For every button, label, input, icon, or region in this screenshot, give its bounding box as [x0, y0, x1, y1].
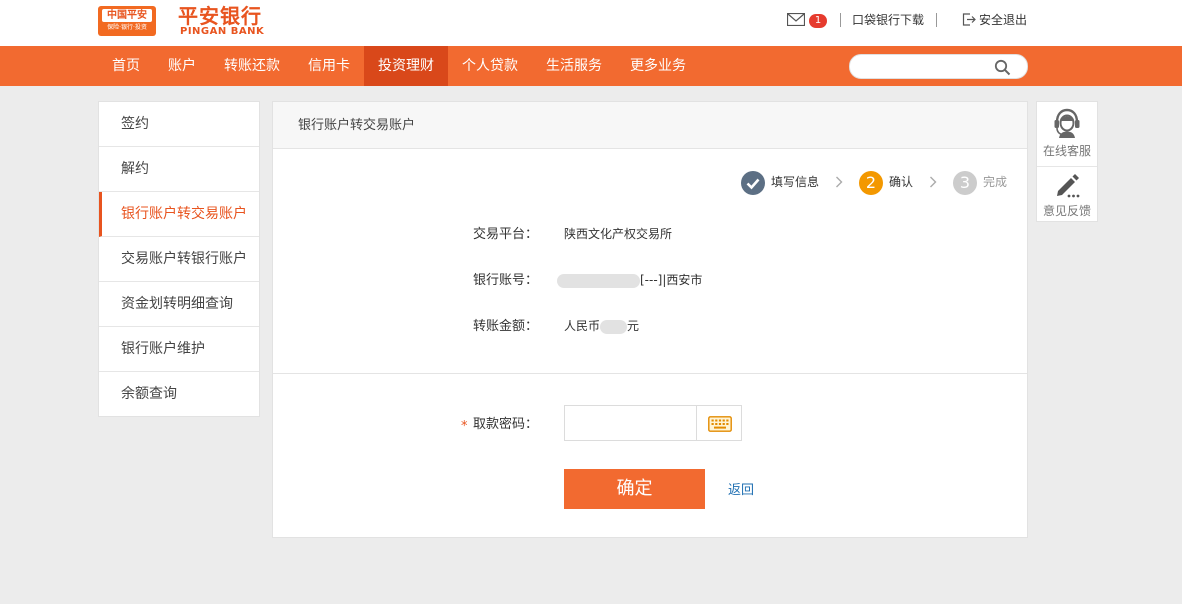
amount-value: 人民币 元	[564, 317, 639, 335]
confirm-button[interactable]: 确定	[564, 469, 705, 509]
section-divider	[273, 373, 1027, 374]
amount-currency: 人民币	[564, 319, 601, 333]
search-input[interactable]	[860, 58, 990, 76]
nav-item-account[interactable]: 账户	[154, 46, 210, 86]
logo-tagline: 保险·银行·投资	[107, 24, 147, 31]
nav-item-investment[interactable]: 投资理财	[364, 46, 448, 86]
nav-item-credit-card[interactable]: 信用卡	[294, 46, 364, 86]
pingan-group-logo[interactable]: 中国平安 保险·银行·投资	[98, 6, 156, 36]
logo-text: 中国平安	[102, 9, 152, 22]
header-divider	[840, 13, 841, 27]
nav-item-personal-loan[interactable]: 个人贷款	[448, 46, 532, 86]
top-header: 中国平安 保险·银行·投资 平安银行 PINGAN BANK 1 口袋银行下载 …	[0, 0, 1182, 46]
floating-toolbar: 在线客服 意见反馈	[1036, 101, 1098, 222]
amount-unit: 元	[627, 319, 640, 333]
amount-label: 转账金额：	[473, 319, 539, 334]
sidebar-item-bank-to-trade[interactable]: 银行账户转交易账户	[99, 192, 259, 237]
account-value: [---]|西安市	[557, 271, 702, 289]
step-done-icon	[741, 171, 765, 195]
step-current-number: 2	[859, 171, 883, 195]
step-label-confirm: 确认	[889, 175, 914, 189]
masked-amount	[600, 319, 628, 334]
step-pending-number: 3	[953, 171, 977, 195]
app-download-link[interactable]: 口袋银行下载	[852, 12, 924, 28]
sidebar-item-trade-to-bank[interactable]: 交易账户转银行账户	[99, 237, 259, 282]
sidebar-menu: 签约 解约 银行账户转交易账户 交易账户转银行账户 资金划转明细查询 银行账户维…	[98, 101, 260, 417]
logout-link[interactable]: 安全退出	[979, 12, 1027, 28]
feedback-label: 意见反馈	[1042, 204, 1091, 218]
sidebar-item-sign[interactable]: 签约	[99, 102, 259, 147]
panel-title: 银行账户转交易账户	[273, 102, 1027, 149]
feedback-button[interactable]: 意见反馈	[1037, 167, 1097, 227]
step-label-fill: 填写信息	[771, 175, 820, 189]
sidebar-item-account-maintain[interactable]: 银行账户维护	[99, 327, 259, 372]
main-nav: 首页 账户 转账还款 信用卡 投资理财 个人贷款 生活服务 更多业务	[0, 46, 1182, 86]
nav-item-more[interactable]: 更多业务	[616, 46, 700, 86]
account-label: 银行账号：	[473, 273, 539, 288]
step-label-done: 完成	[983, 175, 1008, 189]
online-service-button[interactable]: 在线客服	[1037, 102, 1097, 162]
password-label: 取款密码：	[473, 417, 539, 432]
transfer-panel: 银行账户转交易账户 填写信息 2 确认 3 完成 交易平台： 陕西文化产权交易所…	[272, 101, 1028, 538]
chevron-right-icon	[836, 176, 843, 188]
virtual-keyboard-button[interactable]	[696, 405, 742, 441]
sidebar-item-unsign[interactable]: 解约	[99, 147, 259, 192]
masked-account-number	[557, 273, 640, 288]
password-input[interactable]	[564, 405, 697, 441]
brand-name[interactable]: 平安银行	[178, 5, 262, 27]
logout-icon[interactable]	[962, 13, 976, 26]
account-branch: [---]|西安市	[640, 273, 703, 287]
sidebar-item-transfer-detail[interactable]: 资金划转明细查询	[99, 282, 259, 327]
mail-count-badge[interactable]: 1	[809, 14, 827, 28]
search-icon[interactable]	[994, 59, 1011, 76]
nav-item-life-service[interactable]: 生活服务	[532, 46, 616, 86]
brand-name-en: PINGAN BANK	[180, 26, 265, 37]
sidebar-item-balance-query[interactable]: 余额查询	[99, 372, 259, 417]
nav-item-transfer[interactable]: 转账还款	[210, 46, 294, 86]
chevron-right-icon	[930, 176, 937, 188]
header-divider	[936, 13, 937, 27]
edit-pencil-icon	[1057, 174, 1080, 198]
platform-label: 交易平台：	[473, 227, 539, 242]
online-service-label: 在线客服	[1042, 144, 1091, 158]
required-mark: *	[461, 419, 468, 434]
customer-service-icon	[1054, 108, 1080, 138]
keyboard-icon	[708, 416, 732, 432]
search-box	[849, 54, 1028, 79]
mail-icon[interactable]	[787, 13, 805, 26]
platform-value: 陕西文化产权交易所	[564, 227, 673, 241]
nav-item-home[interactable]: 首页	[98, 46, 154, 86]
back-link[interactable]: 返回	[728, 482, 754, 500]
